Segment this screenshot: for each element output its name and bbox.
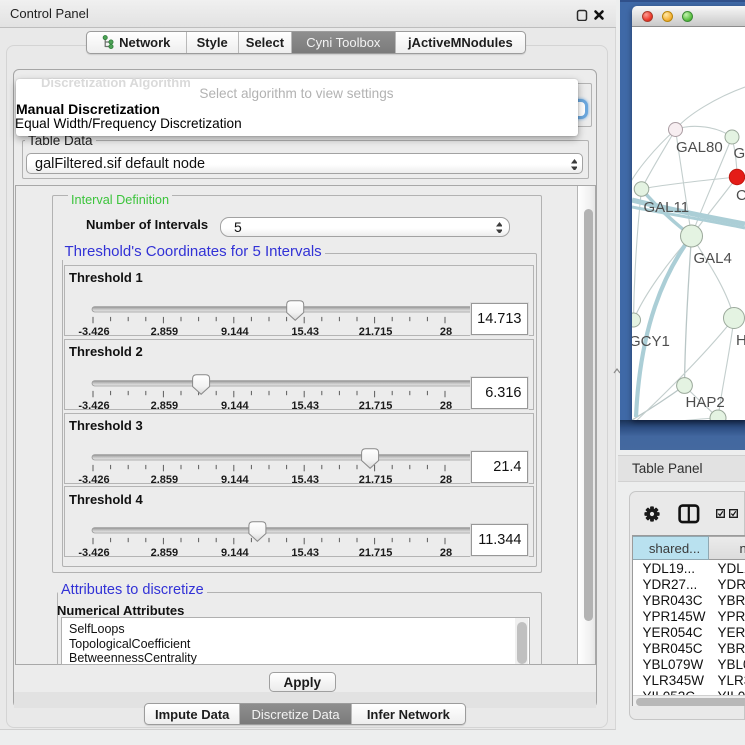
- svg-text:28: 28: [440, 326, 452, 337]
- svg-text:GAL4: GAL4: [694, 250, 732, 267]
- svg-text:2.859: 2.859: [151, 400, 179, 411]
- svg-text:2.859: 2.859: [151, 474, 179, 485]
- svg-text:9.144: 9.144: [221, 400, 249, 411]
- svg-text:21.715: 21.715: [359, 400, 393, 411]
- svg-text:-3.426: -3.426: [78, 326, 109, 337]
- svg-text:15.43: 15.43: [291, 474, 319, 485]
- svg-text:21.715: 21.715: [359, 326, 393, 337]
- svg-text:GAL: GAL: [734, 145, 745, 162]
- svg-text:-3.426: -3.426: [78, 474, 109, 485]
- svg-text:15.43: 15.43: [291, 400, 319, 411]
- svg-text:GAL11: GAL11: [644, 199, 690, 216]
- svg-text:9.144: 9.144: [221, 326, 249, 337]
- svg-text:GAL80: GAL80: [676, 139, 723, 156]
- svg-text:2.859: 2.859: [151, 326, 179, 337]
- svg-text:28: 28: [440, 474, 452, 485]
- svg-text:9.144: 9.144: [221, 547, 249, 558]
- svg-text:15.43: 15.43: [291, 326, 319, 337]
- svg-text:28: 28: [440, 400, 452, 411]
- svg-text:28: 28: [440, 547, 452, 558]
- svg-text:9.144: 9.144: [221, 474, 249, 485]
- svg-text:GCY1: GCY1: [632, 333, 670, 350]
- svg-text:CD: CD: [736, 187, 745, 204]
- svg-text:-3.426: -3.426: [78, 547, 109, 558]
- svg-text:15.43: 15.43: [291, 547, 319, 558]
- svg-text:2.859: 2.859: [151, 547, 179, 558]
- svg-text:21.715: 21.715: [359, 474, 393, 485]
- svg-text:21.715: 21.715: [359, 547, 393, 558]
- svg-text:HA: HA: [736, 332, 745, 349]
- svg-text:HAP2: HAP2: [686, 394, 725, 411]
- svg-text:-3.426: -3.426: [78, 400, 109, 411]
